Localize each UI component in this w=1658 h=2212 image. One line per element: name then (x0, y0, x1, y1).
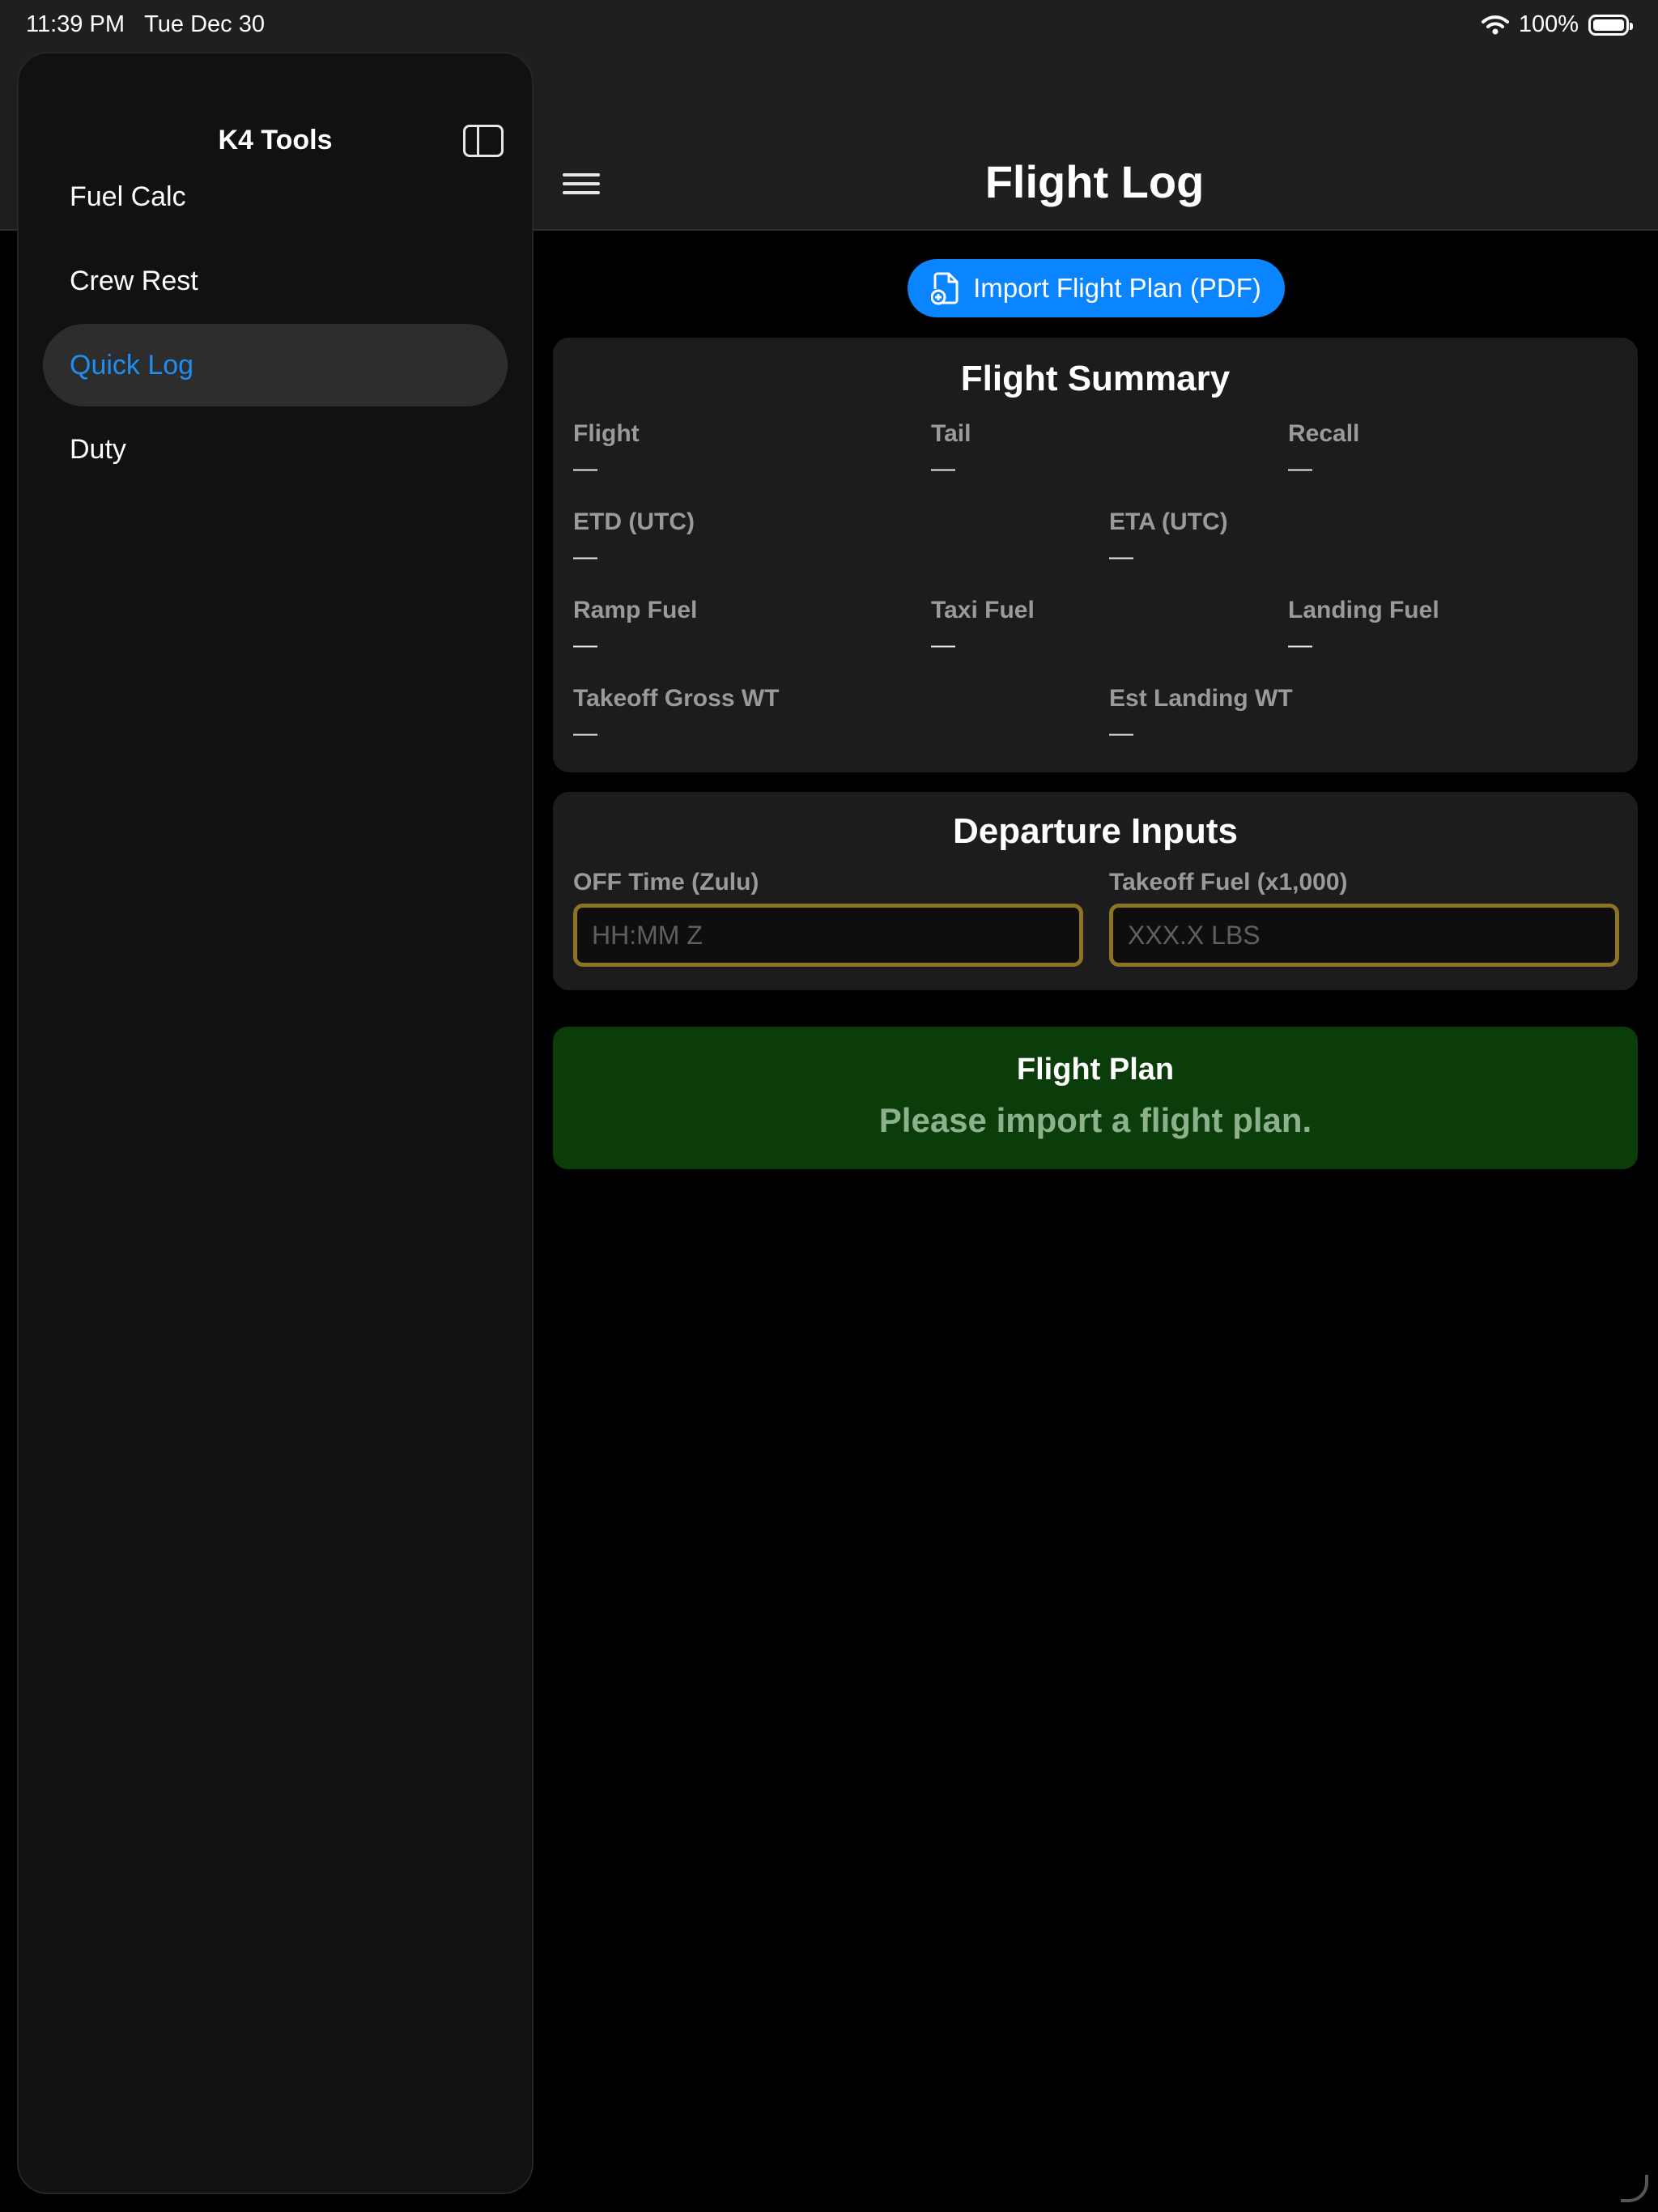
off-time-input[interactable] (577, 908, 1079, 963)
taxi-fuel-label: Taxi Fuel (931, 597, 1035, 623)
sidebar-toggle-icon[interactable] (463, 125, 504, 157)
departure-inputs-card: Departure Inputs OFF Time (Zulu) Takeoff… (553, 792, 1638, 990)
takeoff-fuel-label: Takeoff Fuel (x1,000) (1109, 869, 1348, 895)
import-flight-plan-button[interactable]: Import Flight Plan (PDF) (908, 259, 1285, 317)
off-time-field-wrapper (573, 904, 1083, 967)
menu-icon[interactable] (563, 172, 600, 196)
flight-plan-title: Flight Plan (1016, 1053, 1175, 1087)
recall-value: — (1288, 455, 1312, 482)
sidebar-title: K4 Tools (218, 125, 333, 155)
flight-summary-card: Flight Summary Flight — Tail — Recall — … (553, 338, 1638, 772)
tail-label: Tail (931, 420, 971, 447)
ramp-fuel-value: — (573, 632, 597, 658)
status-date: Tue Dec 30 (144, 11, 265, 37)
sidebar-item-duty[interactable]: Duty (43, 408, 508, 491)
landing-fuel-value: — (1288, 632, 1312, 658)
etd-label: ETD (UTC) (573, 508, 695, 535)
status-time: 11:39 PM (26, 11, 125, 37)
takeoff-gross-wt-label: Takeoff Gross WT (573, 685, 780, 712)
battery-percent: 100% (1518, 11, 1579, 37)
flight-plan-message: Please import a flight plan. (878, 1101, 1312, 1139)
flight-label: Flight (573, 420, 640, 447)
est-landing-wt-value: — (1109, 720, 1133, 747)
status-bar: 11:39 PM Tue Dec 30 100% (0, 0, 1658, 50)
eta-value: — (1109, 543, 1133, 570)
page-title: Flight Log (984, 156, 1205, 207)
departure-inputs-title: Departure Inputs (952, 811, 1239, 851)
taxi-fuel-value: — (931, 632, 955, 658)
off-time-label: OFF Time (Zulu) (573, 869, 759, 895)
sidebar-item-fuel-calc[interactable]: Fuel Calc (43, 155, 508, 238)
est-landing-wt-label: Est Landing WT (1109, 685, 1293, 712)
document-add-icon (931, 271, 960, 305)
etd-value: — (573, 543, 597, 570)
flight-plan-card: Flight Plan Please import a flight plan. (553, 1027, 1638, 1169)
resize-handle-icon[interactable] (1621, 2175, 1648, 2202)
sidebar: K4 Tools Fuel Calc Crew Rest Quick Log D… (17, 52, 534, 2194)
recall-label: Recall (1288, 420, 1360, 447)
sidebar-item-quick-log[interactable]: Quick Log (43, 324, 508, 406)
sidebar-item-crew-rest[interactable]: Crew Rest (43, 240, 508, 322)
battery-icon (1588, 14, 1633, 36)
flight-summary-title: Flight Summary (960, 359, 1231, 398)
eta-label: ETA (UTC) (1109, 508, 1228, 535)
takeoff-fuel-input[interactable] (1113, 908, 1615, 963)
tail-value: — (931, 455, 955, 482)
takeoff-fuel-field-wrapper (1109, 904, 1619, 967)
takeoff-gross-wt-value: — (573, 720, 597, 747)
status-indicators: 100% (1481, 11, 1633, 38)
wifi-icon (1481, 15, 1509, 34)
ramp-fuel-label: Ramp Fuel (573, 597, 698, 623)
flight-value: — (573, 455, 597, 482)
status-clock: 11:39 PM Tue Dec 30 (26, 11, 265, 38)
import-button-label: Import Flight Plan (PDF) (973, 273, 1261, 303)
landing-fuel-label: Landing Fuel (1288, 597, 1439, 623)
